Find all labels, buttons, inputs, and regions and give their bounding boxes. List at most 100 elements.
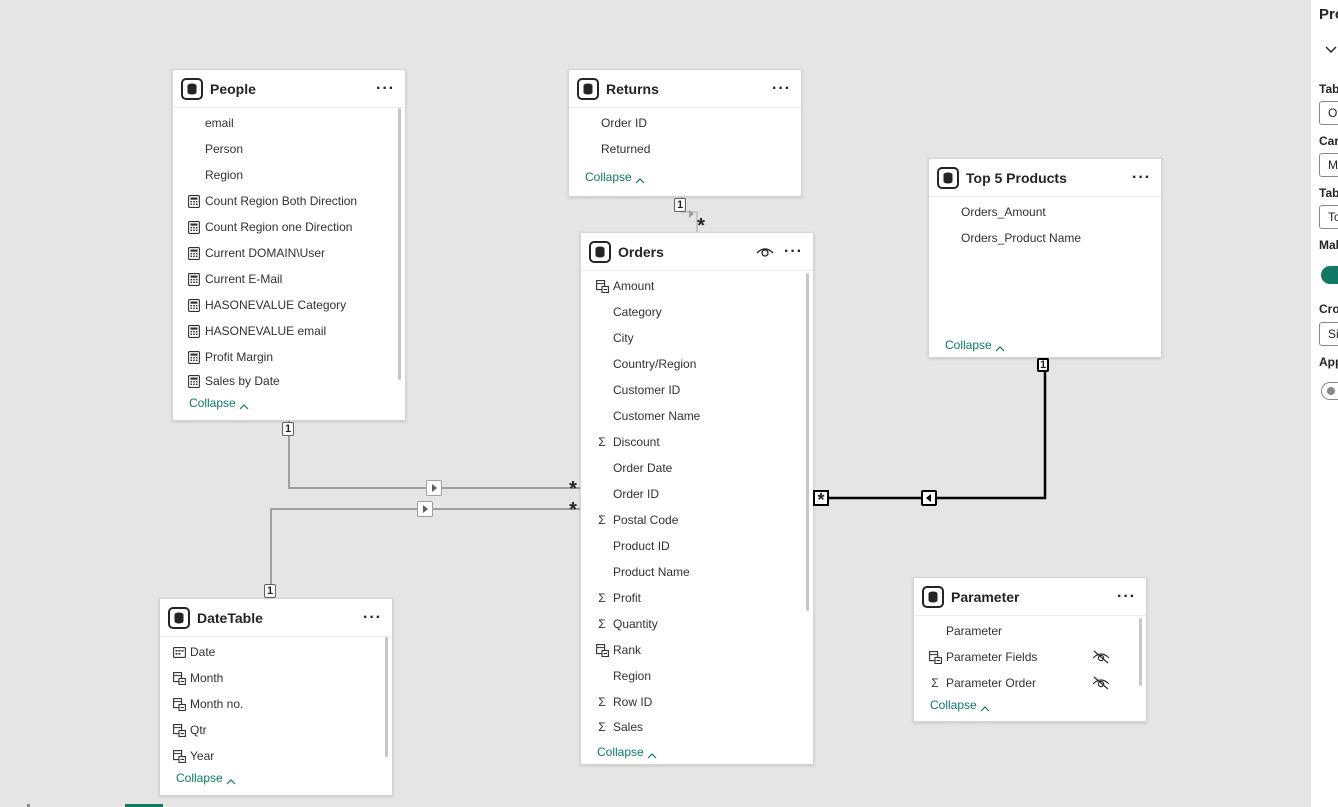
field-item[interactable]: Σ Row ID	[595, 689, 813, 715]
field-item[interactable]: Σ Profit	[595, 585, 813, 611]
eye-hidden-icon[interactable]	[1092, 676, 1110, 690]
table-card-top5-products[interactable]: Top 5 Products ··· Orders_Amount Orders_…	[928, 158, 1162, 358]
table-header[interactable]: DateTable ···	[160, 599, 392, 637]
collapse-button[interactable]: Collapse	[597, 745, 657, 759]
field-label: Row ID	[613, 695, 653, 709]
field-item[interactable]: Region	[187, 162, 405, 188]
table-database-icon	[589, 240, 611, 263]
scrollbar[interactable]	[385, 637, 388, 757]
scrollbar[interactable]	[1139, 618, 1142, 686]
table-card-people[interactable]: People ··· email Person Region Count Reg…	[172, 69, 406, 421]
table-header[interactable]: Returns ···	[569, 70, 801, 108]
field-item[interactable]: Country/Region	[595, 351, 813, 377]
more-options-button[interactable]: ···	[376, 80, 395, 96]
field-item[interactable]: Month no.	[172, 691, 392, 717]
field-item[interactable]: Order ID	[595, 481, 813, 507]
filter-direction-left-icon[interactable]	[921, 490, 937, 506]
table-header[interactable]: People ···	[173, 70, 405, 108]
property-toggle-on[interactable]	[1321, 266, 1338, 284]
field-item[interactable]: Orders_Product Name	[943, 225, 1161, 251]
field-label: Customer ID	[613, 383, 681, 397]
field-label: HASONEVALUE Category	[205, 298, 347, 312]
model-canvas[interactable]: People ··· email Person Region Count Reg…	[0, 0, 1310, 807]
field-item[interactable]: Σ Sales	[595, 715, 813, 739]
field-item[interactable]: Amount	[595, 273, 813, 299]
field-label: Profit Margin	[205, 350, 274, 364]
measure-item[interactable]: Count Region Both Direction	[187, 188, 405, 214]
field-item[interactable]: Year	[172, 743, 392, 769]
field-item[interactable]: Product Name	[595, 559, 813, 585]
property-toggle-off[interactable]	[1321, 382, 1338, 400]
more-options-button[interactable]: ···	[784, 243, 803, 259]
more-options-button[interactable]: ···	[772, 80, 791, 96]
property-input[interactable]: Si	[1319, 322, 1338, 346]
collapse-label: Collapse	[585, 170, 632, 184]
scrollbar[interactable]	[398, 108, 401, 380]
collapse-button[interactable]: Collapse	[189, 396, 249, 410]
chevron-down-icon[interactable]	[1325, 46, 1337, 54]
field-item[interactable]: Region	[595, 663, 813, 689]
table-card-returns[interactable]: Returns ··· Order ID Returned Collapse	[568, 69, 802, 197]
table-card-orders[interactable]: Orders ··· Amount Category City Country/…	[580, 232, 814, 765]
collapse-button[interactable]: Collapse	[176, 771, 236, 785]
field-item[interactable]: Σ Parameter Order	[928, 670, 1146, 696]
collapse-button[interactable]: Collapse	[930, 698, 990, 712]
field-item[interactable]: Parameter Fields	[928, 644, 1146, 670]
more-options-button[interactable]: ···	[1132, 169, 1151, 185]
measure-item[interactable]: HASONEVALUE Category	[187, 292, 405, 318]
field-item[interactable]: email	[187, 110, 405, 136]
property-label: Card	[1319, 134, 1338, 148]
property-input[interactable]: Or	[1319, 101, 1338, 125]
table-title: DateTable	[197, 609, 263, 626]
more-options-button[interactable]: ···	[1117, 588, 1136, 604]
field-item[interactable]: Category	[595, 299, 813, 325]
field-label: Parameter	[946, 624, 1003, 638]
field-item[interactable]: Order ID	[583, 110, 801, 136]
field-item[interactable]: Qtr	[172, 717, 392, 743]
field-item[interactable]: Month	[172, 665, 392, 691]
sigma-icon: Σ	[598, 720, 606, 734]
field-item[interactable]: Product ID	[595, 533, 813, 559]
table-card-datetable[interactable]: DateTable ··· Date Month Month no. Qtr Y…	[159, 598, 393, 796]
filter-direction-right-icon[interactable]	[426, 480, 442, 496]
eye-hidden-icon[interactable]	[1092, 650, 1110, 664]
hierarchy-icon	[172, 723, 186, 737]
filter-direction-right-icon[interactable]	[417, 501, 433, 517]
field-item[interactable]: Σ Discount	[595, 429, 813, 455]
field-label: email	[205, 116, 234, 130]
scrollbar[interactable]	[806, 273, 809, 611]
chevron-up-icon	[980, 701, 990, 712]
field-item[interactable]: Customer ID	[595, 377, 813, 403]
field-item[interactable]: Date	[172, 639, 392, 665]
chevron-up-icon	[635, 173, 645, 184]
eye-icon[interactable]	[756, 245, 774, 259]
field-item[interactable]: Σ Quantity	[595, 611, 813, 637]
more-options-button[interactable]: ···	[363, 609, 382, 625]
field-item[interactable]: Rank	[595, 637, 813, 663]
field-item[interactable]: City	[595, 325, 813, 351]
collapse-button[interactable]: Collapse	[585, 170, 645, 184]
field-item[interactable]: Σ Postal Code	[595, 507, 813, 533]
collapse-button[interactable]: Collapse	[945, 338, 1005, 352]
measure-item[interactable]: Count Region one Direction	[187, 214, 405, 240]
measure-item[interactable]: Current E-Mail	[187, 266, 405, 292]
measure-item[interactable]: HASONEVALUE email	[187, 318, 405, 344]
field-item[interactable]: Orders_Amount	[943, 199, 1161, 225]
field-item[interactable]: Parameter	[928, 618, 1146, 644]
field-item[interactable]: Returned	[583, 136, 801, 162]
table-header[interactable]: Top 5 Products ···	[929, 159, 1161, 197]
measure-item[interactable]: Profit Margin	[187, 344, 405, 370]
field-list: Order ID Returned	[569, 108, 801, 162]
property-input[interactable]: To	[1319, 205, 1338, 229]
table-header[interactable]: Orders ···	[581, 233, 813, 271]
table-header[interactable]: Parameter ···	[914, 578, 1146, 616]
property-input[interactable]: M	[1319, 153, 1338, 177]
measure-item[interactable]: Sales by Date	[187, 370, 405, 392]
table-card-parameter[interactable]: Parameter ··· Parameter Parameter Fields…	[913, 577, 1147, 722]
calculator-icon	[187, 350, 201, 364]
filter-direction-right-icon[interactable]	[683, 206, 699, 222]
measure-item[interactable]: Current DOMAIN\User	[187, 240, 405, 266]
field-item[interactable]: Person	[187, 136, 405, 162]
field-item[interactable]: Customer Name	[595, 403, 813, 429]
field-item[interactable]: Order Date	[595, 455, 813, 481]
